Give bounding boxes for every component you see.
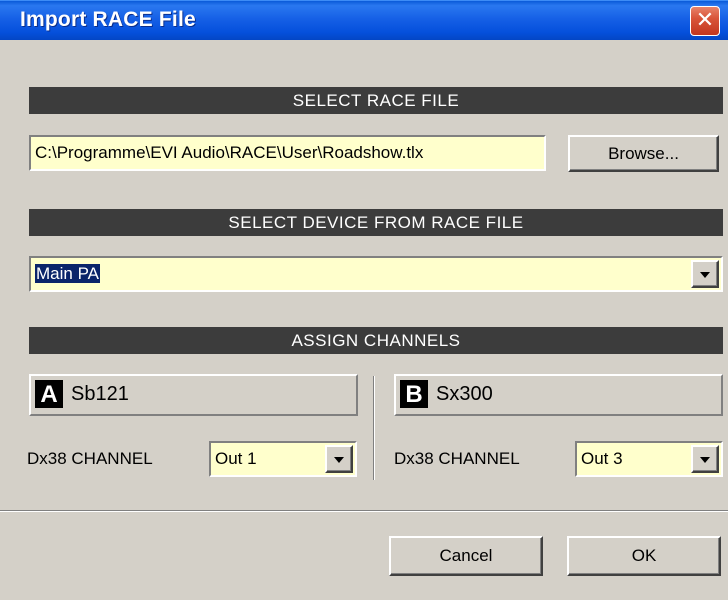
browse-button[interactable]: Browse... <box>568 135 719 172</box>
channel-divider <box>373 376 375 480</box>
channel-a-dx38-label: Dx38 CHANNEL <box>27 449 153 468</box>
race-file-section-header: SELECT RACE FILE <box>29 87 723 114</box>
chevron-down-icon <box>700 272 710 278</box>
race-file-path-field[interactable]: C:\Programme\EVI Audio\RACE\User\Roadsho… <box>29 135 546 171</box>
channel-b-output-value: Out 3 <box>581 449 623 468</box>
device-selected-value: Main PA <box>35 264 100 284</box>
chevron-down-icon <box>334 457 344 463</box>
channel-b-dropdown-button[interactable] <box>691 445 719 473</box>
channel-b-dx38-label: Dx38 CHANNEL <box>394 449 520 468</box>
channel-a-dropdown-button[interactable] <box>325 445 353 473</box>
channel-a-output-select[interactable]: Out 1 <box>209 441 357 477</box>
channel-a-panel: A Sb121 <box>29 374 358 416</box>
race-file-path-text: C:\Programme\EVI Audio\RACE\User\Roadsho… <box>35 143 424 162</box>
channel-b-badge: B <box>400 380 428 408</box>
channel-a-name: Sb121 <box>71 383 129 405</box>
cancel-button-label: Cancel <box>439 546 493 565</box>
close-icon: ✕ <box>695 8 715 33</box>
chevron-down-icon <box>700 457 710 463</box>
device-dropdown-button[interactable] <box>691 260 719 288</box>
channel-b-panel: B Sx300 <box>394 374 723 416</box>
cancel-button[interactable]: Cancel <box>389 536 543 576</box>
footer-divider <box>0 510 728 512</box>
close-button[interactable]: ✕ <box>690 6 720 36</box>
ok-button-label: OK <box>631 546 657 565</box>
channel-b-name: Sx300 <box>436 383 493 405</box>
device-section-header: SELECT DEVICE FROM RACE FILE <box>29 209 723 236</box>
channel-b-output-select[interactable]: Out 3 <box>575 441 723 477</box>
channel-a-badge: A <box>35 380 63 408</box>
browse-button-label: Browse... <box>608 144 679 163</box>
device-select[interactable]: Main PA <box>29 256 723 292</box>
channel-a-output-value: Out 1 <box>215 449 257 468</box>
device-selected-text: Main PA <box>35 264 100 283</box>
ok-button[interactable]: OK <box>567 536 721 576</box>
title-bar[interactable]: Import RACE File ✕ <box>0 0 728 40</box>
dialog-title: Import RACE File <box>20 8 196 31</box>
channels-section-header: ASSIGN CHANNELS <box>29 327 723 354</box>
